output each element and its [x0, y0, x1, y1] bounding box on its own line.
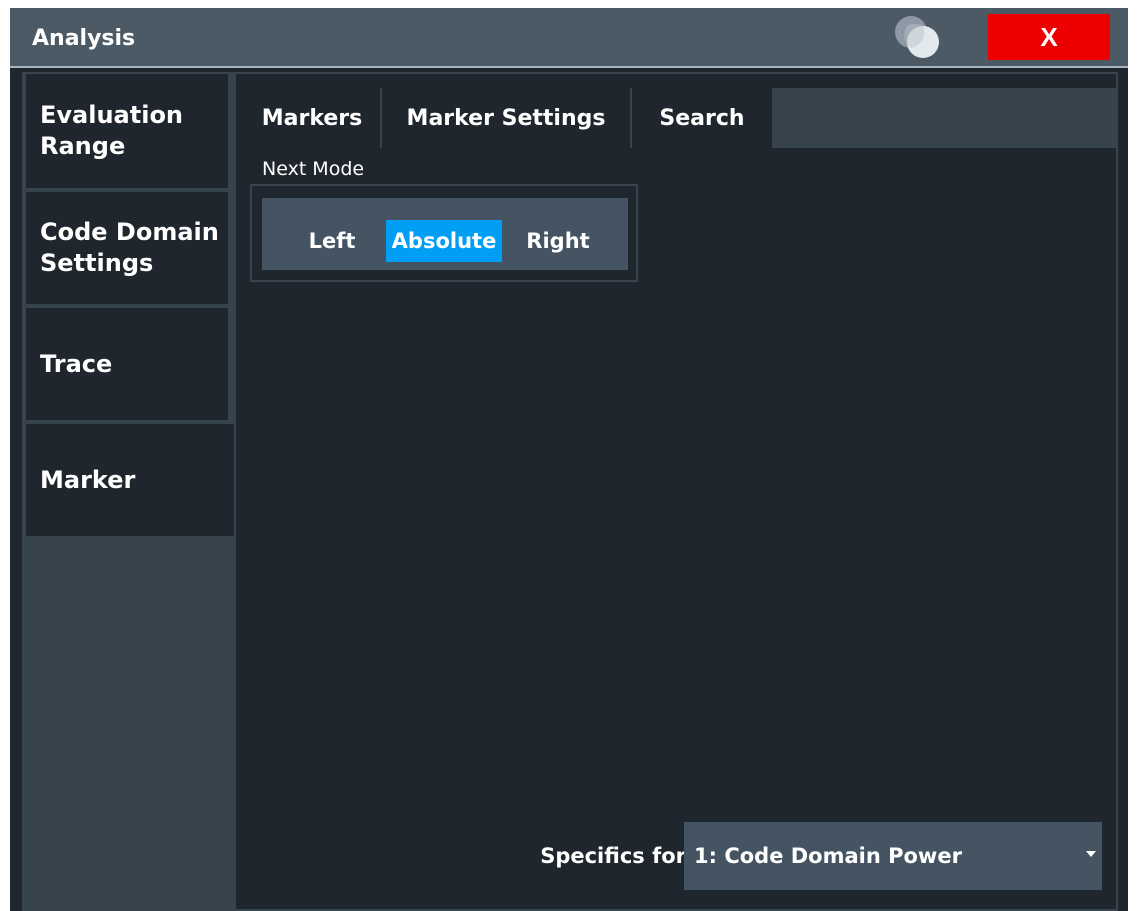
specifics-value: 1: Code Domain Power [694, 844, 962, 868]
main-panel: Markers Marker Settings Search Next Mode… [234, 72, 1118, 911]
sidebar-item-code-domain-settings[interactable]: Code Domain Settings [24, 190, 230, 306]
sidebar-item-trace[interactable]: Trace [24, 306, 230, 422]
analysis-dialog: Analysis X Evaluation Range Code Domain … [10, 8, 1128, 911]
sidebar: Evaluation Range Code Domain Settings Tr… [22, 72, 234, 911]
next-mode-absolute-button[interactable]: Absolute [386, 220, 502, 262]
tab-search[interactable]: Search [632, 88, 772, 148]
sidebar-item-evaluation-range[interactable]: Evaluation Range [24, 72, 230, 190]
tab-label: Markers [261, 105, 363, 131]
next-mode-selector: Left Absolute Right [262, 198, 628, 270]
sidebar-item-marker[interactable]: Marker [24, 422, 234, 538]
tab-bar: Markers Marker Settings Search [244, 88, 1116, 148]
sidebar-item-label: Code Domain Settings [40, 218, 219, 277]
overlapping-circles-logo-icon [895, 16, 939, 58]
sidebar-item-label: Evaluation Range [40, 101, 184, 160]
title-bar: Analysis X [10, 8, 1128, 66]
sidebar-item-label: Trace [40, 349, 113, 378]
dialog-title: Analysis [32, 26, 136, 51]
next-mode-label: Next Mode [262, 158, 365, 180]
specifics-dropdown[interactable]: 1: Code Domain Power [684, 822, 1102, 890]
next-mode-group: Left Absolute Right [250, 184, 638, 282]
specifics-label: Specifics for [540, 844, 686, 868]
dialog-body: Evaluation Range Code Domain Settings Tr… [22, 72, 1128, 911]
tab-markers[interactable]: Markers [244, 88, 382, 148]
close-button[interactable]: X [988, 14, 1110, 60]
sidebar-item-label: Marker [40, 465, 136, 494]
tab-marker-settings[interactable]: Marker Settings [382, 88, 632, 148]
dropdown-arrow-icon [1086, 851, 1096, 857]
tab-label: Marker Settings [406, 105, 606, 131]
title-separator [10, 66, 1128, 68]
tab-label: Search [659, 105, 745, 131]
next-mode-right-button[interactable]: Right [506, 220, 610, 262]
next-mode-left-button[interactable]: Left [282, 220, 382, 262]
